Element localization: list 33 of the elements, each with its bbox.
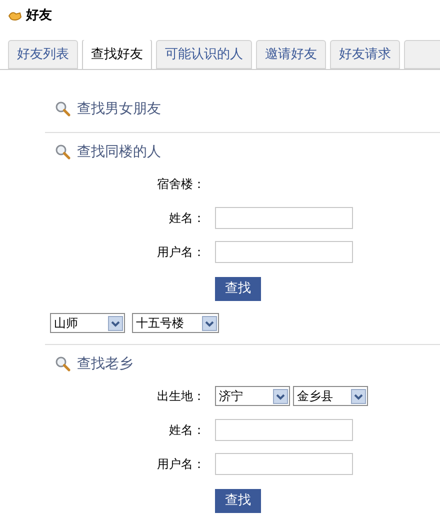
search-button[interactable]: 查找 (215, 277, 261, 301)
dropdown[interactable]: 山师 (50, 313, 125, 333)
search-button[interactable]: 查找 (215, 489, 261, 513)
search-icon (55, 144, 71, 160)
chevron-down-icon (108, 316, 123, 330)
input-field[interactable] (215, 207, 353, 229)
tab[interactable]: 邀请好友 (256, 40, 326, 69)
tab[interactable]: 查找好友 (82, 40, 152, 69)
input-field[interactable] (215, 419, 353, 441)
tab[interactable] (404, 40, 440, 69)
page-title: 好友 (26, 7, 52, 26)
section-link[interactable]: 查找男女朋友 (77, 98, 161, 120)
chevron-down-icon (202, 316, 217, 330)
tab[interactable]: 可能认识的人 (156, 40, 252, 69)
input-field[interactable] (215, 453, 353, 475)
dropdown[interactable]: 十五号楼 (132, 313, 219, 333)
field-label: 姓名： (168, 210, 205, 227)
chevron-down-icon (273, 388, 288, 404)
input-field[interactable] (215, 241, 353, 263)
dropdown[interactable]: 济宁 (215, 386, 290, 406)
section-link[interactable]: 查找同楼的人 (77, 142, 161, 162)
field-label: 用户名： (156, 244, 205, 261)
chevron-down-icon (351, 388, 366, 404)
tab[interactable]: 好友列表 (8, 40, 78, 69)
search-icon (55, 356, 71, 372)
field-label: 姓名： (168, 422, 205, 439)
tab[interactable]: 好友请求 (330, 40, 400, 69)
field-label: 出生地： (156, 388, 205, 405)
search-icon (55, 101, 71, 117)
field-label: 用户名： (156, 456, 205, 473)
section-link[interactable]: 查找老乡 (77, 354, 133, 374)
field-label: 宿舍楼： (156, 176, 205, 193)
dropdown[interactable]: 金乡县 (293, 386, 368, 406)
